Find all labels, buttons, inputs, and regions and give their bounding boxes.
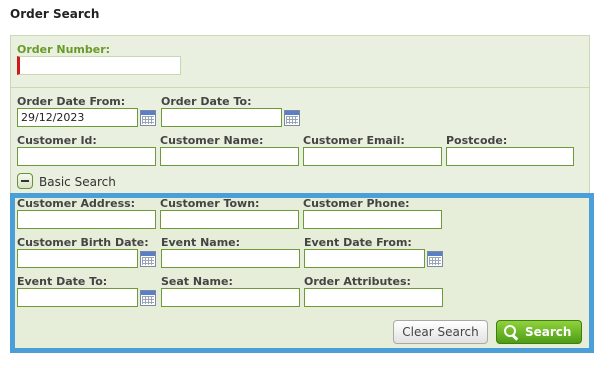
customer-address-label: Customer Address: [17,197,136,210]
calendar-icon[interactable] [140,290,156,306]
search-button-label: Search [525,325,572,339]
customer-phone-input[interactable] [303,210,442,229]
order-attributes-label: Order Attributes: [304,275,411,288]
postcode-label: Postcode: [446,134,508,147]
customer-phone-label: Customer Phone: [303,197,410,210]
event-date-to-input[interactable] [17,288,138,307]
seat-name-input[interactable] [161,288,300,307]
customer-email-label: Customer Email: [303,134,405,147]
basic-search-toggle[interactable]: Basic Search [39,175,116,189]
customer-town-label: Customer Town: [160,197,260,210]
event-name-input[interactable] [161,249,300,268]
customer-email-input[interactable] [303,147,442,166]
page-title: Order Search [10,7,100,21]
customer-id-input[interactable] [17,147,156,166]
customer-birth-date-label: Customer Birth Date: [17,236,149,249]
order-number-label: Order Number: [17,43,111,56]
order-date-to-label: Order Date To: [161,95,252,108]
customer-town-input[interactable] [160,210,299,229]
calendar-icon[interactable] [284,110,300,126]
customer-address-input[interactable] [17,210,156,229]
customer-birth-date-input[interactable] [17,249,138,268]
order-date-from-input[interactable] [17,108,138,127]
seat-name-label: Seat Name: [161,275,233,288]
order-attributes-input[interactable] [304,288,443,307]
calendar-icon[interactable] [140,251,156,267]
postcode-input[interactable] [446,147,574,166]
event-name-label: Event Name: [161,236,241,249]
customer-id-label: Customer Id: [17,134,97,147]
search-button[interactable]: Search [496,320,582,344]
magnifier-icon [503,324,519,340]
order-date-from-label: Order Date From: [17,95,126,108]
customer-name-input[interactable] [160,147,299,166]
calendar-icon[interactable] [427,251,443,267]
event-date-from-label: Event Date From: [304,236,412,249]
clear-search-button[interactable]: Clear Search [393,320,488,344]
event-date-to-label: Event Date To: [17,275,108,288]
customer-name-label: Customer Name: [160,134,264,147]
collapse-minus-icon[interactable] [17,173,33,189]
order-date-to-input[interactable] [161,108,282,127]
calendar-icon[interactable] [140,110,156,126]
order-number-input[interactable] [17,56,181,75]
event-date-from-input[interactable] [304,249,425,268]
